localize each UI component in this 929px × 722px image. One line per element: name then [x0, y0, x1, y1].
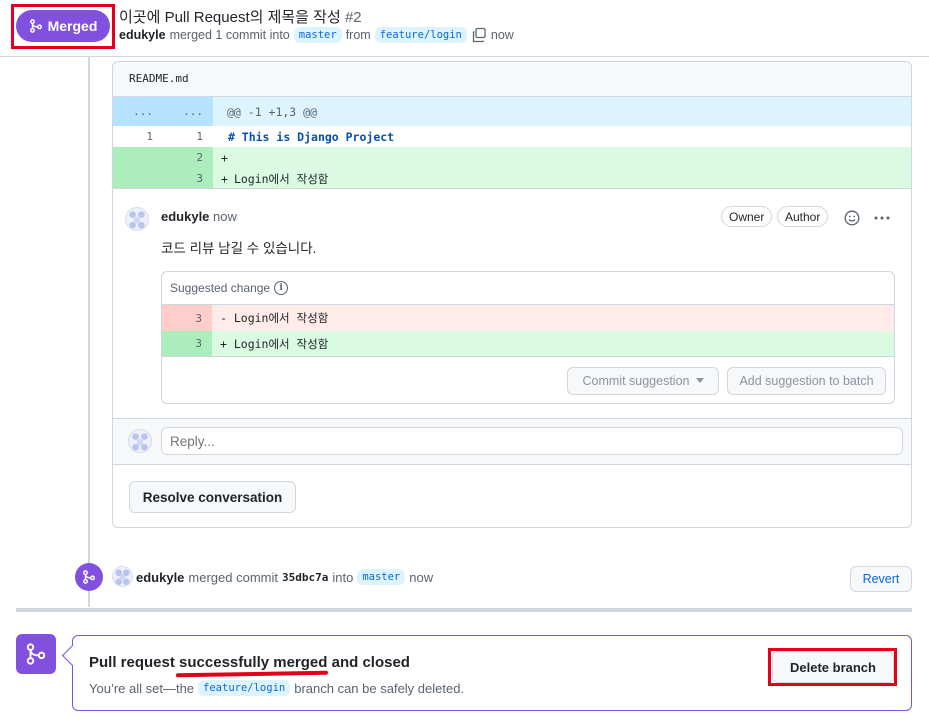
- delete-highlight-box: [768, 648, 897, 686]
- merge-event-author[interactable]: edukyle: [136, 570, 184, 585]
- git-merge-icon: [26, 643, 46, 665]
- copy-icon[interactable]: [471, 27, 487, 43]
- merge-event-into: into: [332, 569, 354, 585]
- merged-sub-suffix: branch can be safely deleted.: [294, 680, 465, 696]
- diff-new-line-number[interactable]: 3: [163, 168, 213, 189]
- avatar: [128, 429, 152, 453]
- pr-title-text: 이곳에 Pull Request의 제목을 작성: [119, 9, 341, 26]
- avatar[interactable]: [125, 207, 149, 231]
- suggestion-deleted-text: - Login에서 작성함: [220, 311, 329, 325]
- diff-line-added: 3 + Login에서 작성함: [113, 168, 911, 189]
- merged-sub-prefix: You’re all set—the: [89, 680, 195, 696]
- author-label: Author: [777, 206, 829, 227]
- revert-button[interactable]: Revert: [850, 566, 912, 592]
- diff-line: 1 1 # This is Django Project: [113, 126, 911, 147]
- reply-input[interactable]: [161, 427, 903, 455]
- pr-time: now: [490, 28, 514, 42]
- hunk-expand-new[interactable]: ...: [163, 97, 213, 126]
- pr-author[interactable]: edukyle: [119, 28, 166, 42]
- merged-title-emphasis: successfully merged: [179, 654, 328, 671]
- merged-box-title: Pull request successfully merged and clo…: [89, 654, 410, 671]
- info-icon[interactable]: i: [274, 281, 289, 295]
- triangle-down-icon: [695, 378, 704, 383]
- suggested-change-title: Suggested change: [170, 281, 271, 295]
- pr-meta: edukyle merged 1 commit into master from…: [119, 27, 514, 43]
- suggestion-deleted-line: 3 - Login에서 작성함: [162, 305, 894, 331]
- diff-line-text: # This is Django Project: [227, 129, 395, 144]
- diff-new-line-number[interactable]: 1: [163, 130, 213, 143]
- suggestion-actions: Commit suggestion Add suggestion to batc…: [162, 357, 894, 403]
- diff-old-line-number[interactable]: [113, 168, 163, 189]
- review-comment: edukyle now Owner Author 코드 리뷰 남길 수 있습니다…: [113, 188, 911, 418]
- diff-old-line-number[interactable]: [113, 147, 163, 168]
- pr-header: Merged 이곳에 Pull Request의 제목을 작성 #2 eduky…: [0, 0, 929, 57]
- merged-sub-branch[interactable]: feature/login: [198, 680, 291, 696]
- hunk-header: @@ -1 +1,3 @@: [227, 104, 318, 119]
- commit-sha-link[interactable]: 35dbc7a: [282, 571, 328, 584]
- merge-event-action: merged commit: [188, 569, 278, 585]
- comment-body: 코드 리뷰 남길 수 있습니다.: [161, 241, 317, 256]
- commit-suggestion-button[interactable]: Commit suggestion: [567, 367, 719, 395]
- timeline-divider: [16, 608, 912, 612]
- pr-merged-text: merged 1 commit into: [169, 28, 290, 42]
- resolve-conversation-button[interactable]: Resolve conversation: [129, 481, 296, 513]
- commit-suggestion-label: Commit suggestion: [582, 374, 690, 388]
- diff-line-added: 2 +: [113, 147, 911, 168]
- diff-sign: [213, 130, 228, 144]
- diff-sign: +: [221, 171, 228, 186]
- merged-highlight-box: [11, 4, 115, 49]
- owner-label: Owner: [721, 206, 773, 227]
- merge-event-branch[interactable]: master: [357, 569, 406, 585]
- suggestion-added-text: + Login에서 작성함: [220, 336, 329, 351]
- diff-file-name[interactable]: README.md: [113, 62, 911, 97]
- git-merge-icon: [83, 570, 95, 584]
- merge-event-icon: [75, 563, 103, 591]
- base-branch[interactable]: master: [293, 27, 342, 43]
- suggestion-line-number: 3: [162, 331, 212, 356]
- avatar[interactable]: [112, 566, 133, 587]
- suggestion-added-line: 3 + Login에서 작성함: [162, 331, 894, 357]
- suggested-change-box: Suggested change i 3 - Login에서 작성함 3 + L…: [161, 271, 895, 404]
- pr-from-text: from: [345, 28, 371, 42]
- merged-state-icon: [16, 634, 56, 674]
- diff-new-line-number[interactable]: 2: [163, 147, 213, 168]
- review-thread-card: README.md ... ... @@ -1 +1,3 @@ 1 1 # Th…: [112, 61, 912, 528]
- timeline-line: [88, 57, 90, 607]
- kebab-horizontal-icon[interactable]: [873, 210, 891, 226]
- suggestion-line-number: 3: [162, 305, 212, 331]
- merged-title-suffix: and closed: [331, 654, 410, 671]
- merge-event-time[interactable]: now: [409, 570, 433, 585]
- reply-area: [113, 418, 911, 465]
- suggested-change-header: Suggested change i: [162, 272, 894, 305]
- head-branch[interactable]: feature/login: [374, 27, 467, 43]
- smiley-icon[interactable]: [844, 210, 860, 226]
- comment-time[interactable]: now: [213, 209, 237, 224]
- merge-event-text: edukyle merged commit 35dbc7a into maste…: [136, 569, 433, 585]
- diff-hunk-row: ... ... @@ -1 +1,3 @@: [113, 97, 911, 126]
- merged-title-prefix: Pull request: [89, 654, 175, 671]
- pr-title: 이곳에 Pull Request의 제목을 작성 #2: [119, 6, 362, 27]
- merged-box-subtitle: You’re all set—the feature/login branch …: [89, 680, 464, 696]
- diff-old-line-number[interactable]: 1: [113, 130, 163, 143]
- add-to-batch-label: Add suggestion to batch: [739, 374, 874, 388]
- hunk-expand-old[interactable]: ...: [113, 97, 163, 126]
- comment-header: edukyle now: [161, 209, 237, 224]
- pr-number: #2: [344, 9, 362, 26]
- diff-sign: +: [221, 150, 228, 165]
- add-to-batch-button[interactable]: Add suggestion to batch: [727, 367, 886, 395]
- diff-line-text: Login에서 작성함: [233, 171, 329, 186]
- comment-author[interactable]: edukyle: [161, 209, 209, 224]
